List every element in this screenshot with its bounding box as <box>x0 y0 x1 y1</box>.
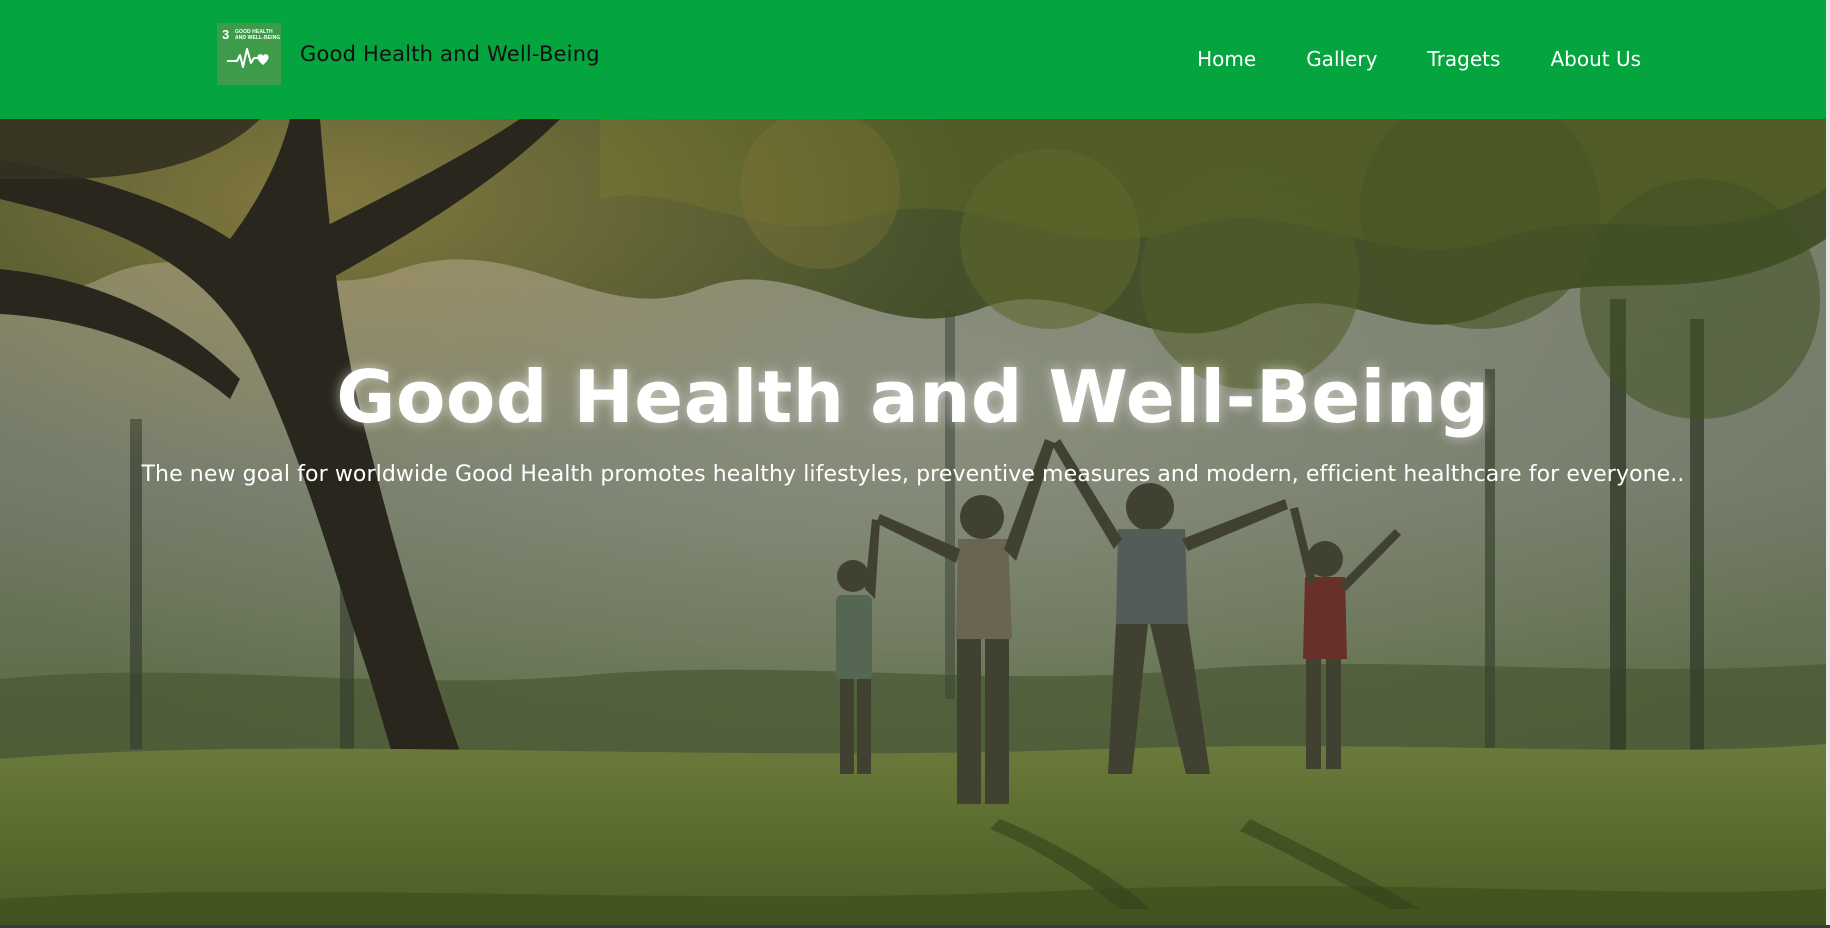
heartbeat-heart-icon <box>227 48 269 68</box>
nav-about-us[interactable]: About Us <box>1550 47 1641 71</box>
nav-targets[interactable]: Tragets <box>1427 47 1500 71</box>
logo-title-line2: AND WELL-BEING <box>235 35 281 41</box>
logo-title: GOOD HEALTH AND WELL-BEING <box>235 29 280 41</box>
window-right-edge <box>1826 0 1830 928</box>
hero-title: Good Health and Well-Being <box>336 355 1490 439</box>
nav-gallery[interactable]: Gallery <box>1306 47 1377 71</box>
brand-link[interactable]: 3 GOOD HEALTH AND WELL-BEING Good Health… <box>217 23 600 85</box>
sdg3-logo: 3 GOOD HEALTH AND WELL-BEING <box>217 23 281 85</box>
hero-section: Good Health and Well-Being The new goal … <box>0 119 1826 928</box>
main-nav: Home Gallery Tragets About Us <box>1197 0 1641 117</box>
brand-name: Good Health and Well-Being <box>300 42 600 66</box>
hero-dark-overlay <box>0 119 1826 928</box>
nav-home[interactable]: Home <box>1197 47 1256 71</box>
navbar: 3 GOOD HEALTH AND WELL-BEING Good Health… <box>0 0 1826 119</box>
page: 3 GOOD HEALTH AND WELL-BEING Good Health… <box>0 0 1830 928</box>
logo-number: 3 <box>222 27 230 42</box>
hero-subtitle: The new goal for worldwide Good Health p… <box>141 462 1685 487</box>
